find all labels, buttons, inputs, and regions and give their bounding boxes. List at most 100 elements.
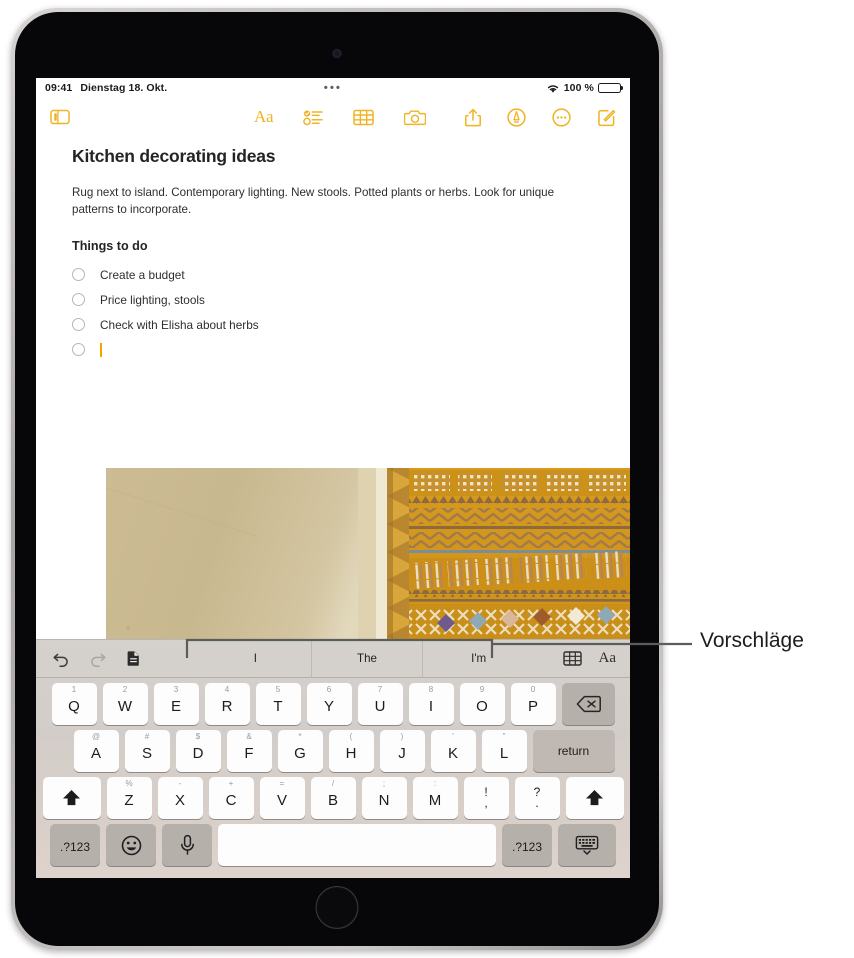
paste-clipboard-icon[interactable] (126, 650, 141, 667)
microphone-icon[interactable] (162, 824, 212, 866)
hide-keyboard-icon[interactable] (558, 824, 616, 866)
key-main-label: M (428, 792, 442, 809)
keyboard-row-3: % Z -X + C = V / B ; N :M ! , ? . (36, 777, 630, 824)
key-c[interactable]: + C (208, 777, 254, 819)
key-y[interactable]: 6Y (306, 683, 352, 725)
key-question-period[interactable]: ? . (514, 777, 560, 819)
key-alt-label: 5 (275, 685, 281, 694)
format-text-button[interactable]: Aa (254, 107, 274, 127)
front-camera-icon (332, 49, 342, 58)
checklist-item-label: Check with Elisha about herbs (100, 317, 259, 332)
table-icon[interactable] (353, 109, 374, 126)
markup-pen-icon[interactable] (507, 107, 526, 127)
shift-up-arrow-icon[interactable] (42, 777, 101, 819)
notes-toolbar: Aa (36, 98, 630, 136)
key-main-label: Q (68, 698, 80, 715)
shift-up-arrow-icon[interactable] (565, 777, 624, 819)
share-icon[interactable] (465, 108, 481, 127)
key-h[interactable]: (H (328, 730, 374, 772)
key-main-label: A (90, 745, 101, 762)
key-w[interactable]: 2W (102, 683, 148, 725)
key-alt-label: $ (195, 732, 201, 741)
numeric-switch-right-key[interactable]: .?123 (502, 824, 552, 866)
key-alt-label: * (298, 732, 302, 741)
delete-backspace-icon[interactable] (561, 683, 615, 725)
key-k[interactable]: ' K (430, 730, 476, 772)
space-key[interactable] (218, 824, 496, 866)
key-alt-label: & (246, 732, 252, 741)
key-u[interactable]: 7U (357, 683, 403, 725)
key-alt-label: = (279, 779, 285, 788)
key-r[interactable]: 4R (204, 683, 250, 725)
key-exclamation-comma[interactable]: ! , (463, 777, 509, 819)
key-j[interactable]: ) J (379, 730, 425, 772)
key-z[interactable]: % Z (106, 777, 152, 819)
undo-arrow-icon[interactable] (52, 651, 70, 667)
key-o[interactable]: 9O (459, 683, 505, 725)
key-alt-label: 0 (530, 685, 536, 694)
key-i[interactable]: 8I (408, 683, 454, 725)
key-alt-label: 2 (122, 685, 128, 694)
key-s[interactable]: # S (124, 730, 170, 772)
key-main-label: W (117, 698, 133, 715)
sidebar-toggle-icon[interactable] (50, 109, 70, 125)
list-item[interactable]: Create a budget (72, 262, 594, 287)
key-g[interactable]: * G (277, 730, 323, 772)
key-main-label: B (327, 792, 338, 809)
numeric-switch-left-key[interactable]: .?123 (50, 824, 100, 866)
key-b[interactable]: / B (310, 777, 356, 819)
key-alt-label: ( (349, 732, 353, 741)
checklist-icon[interactable] (303, 109, 323, 126)
checklist: Create a budget Price lighting, stools C… (72, 262, 594, 362)
more-ellipsis-icon[interactable] (552, 107, 571, 127)
key-e[interactable]: 3E (153, 683, 199, 725)
key-t[interactable]: 5T (255, 683, 301, 725)
list-item[interactable]: Check with Elisha about herbs (72, 312, 594, 337)
key-f[interactable]: & F (226, 730, 272, 772)
toolbar-right-group (465, 107, 616, 127)
camera-icon[interactable] (404, 109, 427, 126)
key-main-label: O (476, 698, 488, 715)
home-button[interactable] (315, 886, 359, 929)
keyboard-row-4: .?123 .?123 (36, 824, 630, 871)
key-main-label: Z (124, 792, 134, 809)
checkbox-icon[interactable] (72, 293, 85, 306)
checklist-item-label: Create a budget (100, 267, 185, 282)
key-a[interactable]: @ A (73, 730, 119, 772)
key-q[interactable]: 1Q (51, 683, 97, 725)
key-x[interactable]: -X (157, 777, 203, 819)
ipad-screen: 09:41 Dienstag 18. Okt. ••• 100 % Aa Kit… (36, 78, 630, 878)
checkbox-icon[interactable] (72, 268, 85, 281)
status-center-dots: ••• (323, 82, 343, 94)
key-alt-label: @ (91, 732, 101, 741)
key-alt-label: 9 (479, 685, 485, 694)
battery-full-icon (598, 82, 621, 94)
suggestion-bar-left-tools (52, 650, 141, 667)
key-v[interactable]: = V (259, 777, 305, 819)
key-alt-label: " (502, 732, 506, 741)
key-alt-label: ; (382, 779, 386, 788)
checkbox-icon[interactable] (72, 318, 85, 331)
keyboard-row-2: @ A # S $ D & F * G (H ) J ' K " L return (36, 730, 630, 777)
list-item[interactable] (72, 337, 594, 362)
checklist-item-label: Price lighting, stools (100, 292, 205, 307)
key-main-label: C (225, 792, 237, 809)
note-paragraph: Rug next to island. Contemporary lightin… (72, 186, 555, 216)
redo-arrow-icon[interactable] (89, 651, 107, 667)
key-main-label: G (294, 745, 306, 762)
compose-note-icon[interactable] (597, 108, 616, 127)
return-key[interactable]: return (532, 730, 615, 772)
key-p[interactable]: 0P (510, 683, 556, 725)
key-d[interactable]: $ D (175, 730, 221, 772)
key-n[interactable]: ; N (361, 777, 407, 819)
callout-leader-line (185, 638, 692, 658)
text-cursor (100, 342, 102, 357)
emoji-smiley-icon[interactable] (106, 824, 156, 866)
key-alt-label: 8 (428, 685, 434, 694)
key-main-label: U (374, 698, 386, 715)
key-m[interactable]: :M (412, 777, 458, 819)
checkbox-icon[interactable] (72, 343, 85, 356)
list-item[interactable]: Price lighting, stools (72, 287, 594, 312)
key-l[interactable]: " L (481, 730, 527, 772)
key-main-label: P (527, 698, 538, 715)
